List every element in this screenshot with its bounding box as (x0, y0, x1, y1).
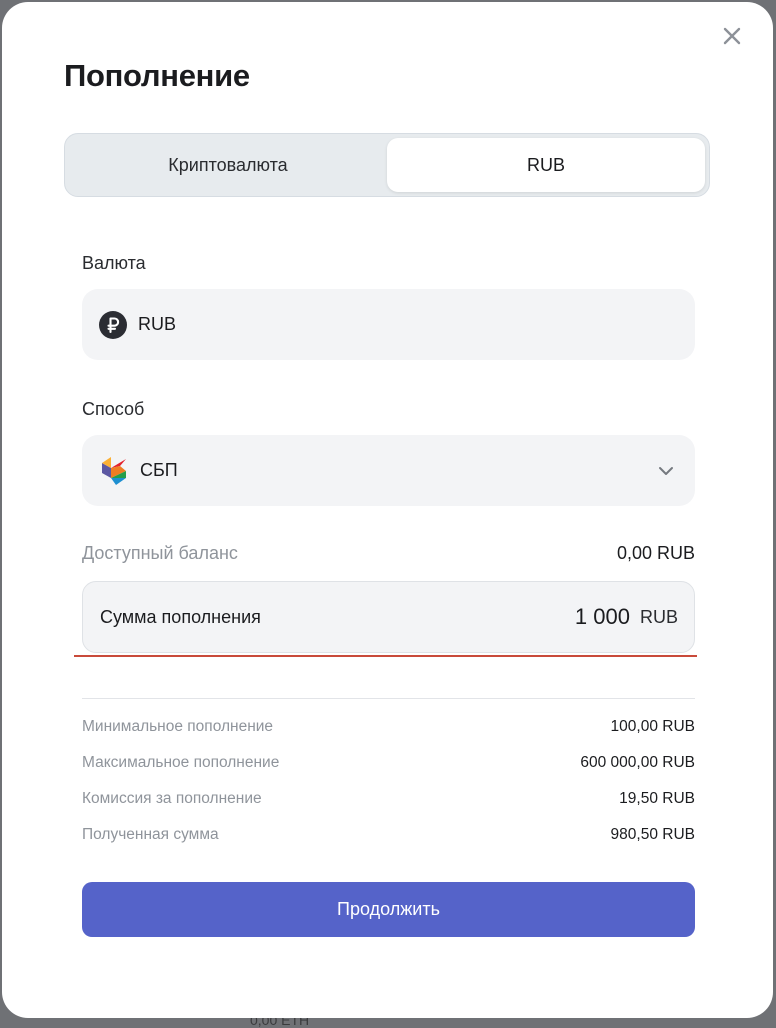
currency-label: Валюта (82, 253, 146, 273)
tab-rub[interactable]: RUB (387, 138, 705, 192)
balance-label: Доступный баланс (82, 543, 238, 563)
deposit-modal: Пополнение Криптовалюта RUB Валюта RUB С… (2, 2, 773, 1018)
info-label: Комиссия за пополнение (82, 790, 262, 807)
info-row-max: Максимальное пополнение 600 000,00 RUB (82, 754, 695, 772)
method-value: СБП (140, 460, 178, 480)
method-select[interactable]: СБП (82, 435, 695, 506)
close-icon (723, 27, 741, 45)
info-label: Полученная сумма (82, 826, 219, 843)
currency-value: RUB (138, 314, 177, 334)
currency-field[interactable]: RUB (82, 289, 695, 360)
amount-error-underline (74, 655, 697, 657)
amount-value[interactable]: 1 000 (575, 604, 630, 630)
available-balance-row: Доступный баланс 0,00 RUB (82, 543, 695, 564)
ruble-icon (99, 310, 127, 339)
info-row-received: Полученная сумма 980,50 RUB (82, 826, 695, 844)
chevron-down-icon (658, 466, 674, 476)
modal-title: Пополнение (64, 58, 250, 93)
amount-input[interactable]: Сумма пополнения 1 000 RUB (82, 581, 695, 653)
amount-label: Сумма пополнения (100, 606, 261, 627)
continue-button[interactable]: Продолжить (82, 882, 695, 937)
amount-currency: RUB (639, 606, 678, 627)
info-label: Минимальное пополнение (82, 718, 274, 735)
tab-crypto[interactable]: Криптовалюта (69, 138, 387, 192)
balance-value: 0,00 RUB (616, 543, 695, 563)
payment-type-tabs: Криптовалюта RUB (64, 133, 710, 197)
close-button[interactable] (716, 20, 748, 52)
info-row-min: Минимальное пополнение 100,00 RUB (82, 718, 695, 736)
info-label: Максимальное пополнение (82, 754, 280, 771)
info-value: 980,50 RUB (610, 826, 695, 843)
divider (82, 698, 695, 699)
sbp-logo-icon (100, 455, 128, 487)
info-value: 100,00 RUB (610, 718, 695, 735)
method-label: Способ (82, 399, 145, 419)
info-row-fee: Комиссия за пополнение 19,50 RUB (82, 790, 695, 808)
info-value: 19,50 RUB (619, 790, 695, 807)
info-value: 600 000,00 RUB (580, 754, 695, 771)
